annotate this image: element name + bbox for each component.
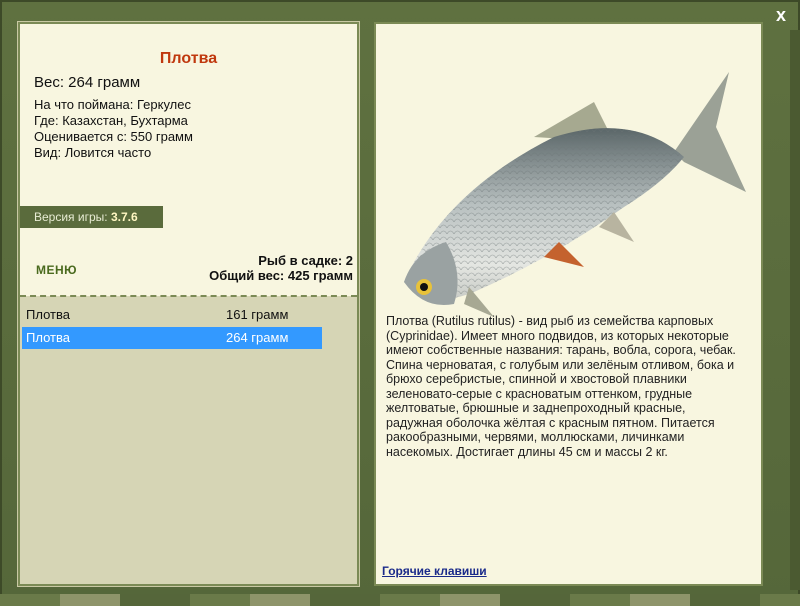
fish-count: Рыб в садке: 2 xyxy=(258,253,353,268)
total-weight: Общий вес: 425 грамм xyxy=(209,268,353,283)
fish-title: Плотва xyxy=(159,50,218,67)
dashed-divider xyxy=(20,295,357,297)
catch-name: Плотва xyxy=(26,330,70,345)
detail-valuation: Оценивается с: 550 грамм xyxy=(34,129,193,144)
detail-location: Где: Казахстан, Бухтарма xyxy=(34,113,188,128)
fish-details: На что поймана: Геркулес Где: Казахстан,… xyxy=(34,97,193,161)
fish-description-panel: Плотва (Rutilus rutilus) - вид рыб из се… xyxy=(374,22,763,586)
catch-row-selected[interactable]: Плотва 264 грамм xyxy=(22,327,322,349)
catch-row[interactable]: Плотва 161 грамм xyxy=(22,304,322,326)
catch-weight: 161 грамм xyxy=(226,307,289,322)
detail-frequency: Вид: Ловится часто xyxy=(34,145,152,160)
fish-image xyxy=(404,72,746,317)
catch-info-panel: Плотва Вес: 264 грамм На что поймана: Ге… xyxy=(17,21,360,587)
keepnet-totals: Рыб в садке: 2 Общий вес: 425 грамм xyxy=(209,253,353,283)
fish-info-area: Плотва Вес: 264 грамм На что поймана: Ге… xyxy=(20,24,357,296)
catch-list: Плотва 161 грамм Плотва 264 грамм xyxy=(22,304,322,350)
fish-weight: Вес: 264 грамм xyxy=(34,74,141,91)
catch-name: Плотва xyxy=(26,307,70,322)
hotkeys-link[interactable]: Горячие клавиши xyxy=(382,564,487,578)
detail-bait: На что поймана: Геркулес xyxy=(34,97,191,112)
close-button[interactable]: x xyxy=(770,4,792,26)
fish-description: Плотва (Rutilus rutilus) - вид рыб из се… xyxy=(386,314,736,459)
background-strip xyxy=(790,30,800,590)
version-label: Версия игры: xyxy=(34,210,108,224)
taskbar-strip xyxy=(0,594,800,606)
catch-weight: 264 грамм xyxy=(226,330,289,345)
menu-button[interactable]: МЕНЮ xyxy=(36,263,77,277)
version-value: 3.7.6 xyxy=(110,210,138,224)
game-version-badge: Версия игры: 3.7.6 xyxy=(20,206,163,228)
